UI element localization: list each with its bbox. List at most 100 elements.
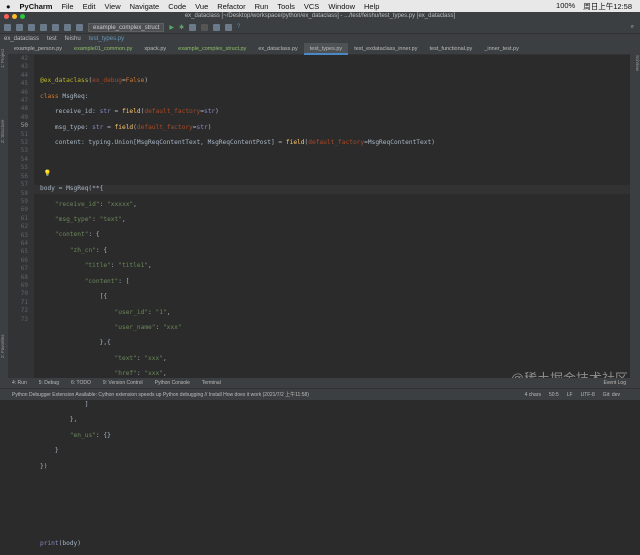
code-line: [{ (40, 293, 108, 301)
code-line: content: typing.Union[MsgReqContentText,… (40, 139, 435, 147)
line-number-gutter: 42 43 44 45 46 47 48 49 50 51 52 53 54 55 56 57 58 59 60 61… (8, 55, 34, 378)
git-branch[interactable]: Git: dev (603, 392, 620, 398)
run-tool-button[interactable]: 4: Run (12, 380, 27, 386)
apple-icon[interactable]: ● (6, 2, 11, 11)
line-number: 51 (20, 130, 28, 138)
stop-icon[interactable] (201, 23, 209, 31)
line-number: 43 (20, 63, 28, 71)
tab-xpack[interactable]: xpack.py (138, 43, 172, 55)
help-icon[interactable]: ? (237, 24, 240, 30)
menu-vue[interactable]: Vue (195, 2, 208, 11)
breadcrumb-item[interactable]: ex_dataclass (4, 36, 39, 42)
status-message[interactable]: Python Debugger Extension Available: Cyt… (12, 391, 309, 398)
toolbar: example_complex_struct ▶ ✱ ? ⌕ (0, 21, 640, 33)
vcs-update-icon[interactable] (213, 23, 221, 31)
favorites-tool-button[interactable]: 1: Project (0, 49, 5, 68)
menu-bar: ● PyCharm File Edit View Navigate Code V… (0, 0, 640, 12)
code-line: ] (40, 400, 89, 408)
coverage-icon[interactable] (189, 23, 197, 31)
zoom-window-button[interactable] (20, 14, 25, 19)
tab-test-functional[interactable]: test_functional.py (423, 43, 478, 55)
right-tool-strip: SciView (630, 43, 640, 378)
code-line: } (40, 447, 59, 455)
line-number: 59 (20, 197, 28, 205)
line-number: 45 (20, 80, 28, 88)
line-number: 70 (20, 290, 28, 298)
menu-edit[interactable]: Edit (83, 2, 96, 11)
menu-refactor[interactable]: Refactor (217, 2, 245, 11)
project-tool-button[interactable]: 2: Favorites (0, 334, 5, 358)
tab-example01-common[interactable]: example01_common.py (68, 43, 138, 55)
code-line: "receive_id": "xxxxx", (54, 200, 137, 208)
breadcrumb-item[interactable]: test (47, 36, 57, 42)
line-number: 71 (20, 298, 28, 306)
find-icon[interactable] (76, 23, 83, 31)
code-line: "zh_cn": { (69, 246, 108, 254)
menu-code[interactable]: Code (168, 2, 186, 11)
line-separator[interactable]: LF (567, 392, 573, 398)
editor-tabs: example_person.py example01_common.py xp… (8, 42, 630, 55)
paste-icon[interactable] (64, 23, 71, 31)
line-number: 52 (20, 139, 28, 147)
clock[interactable]: 周日上午12:58 (583, 1, 632, 12)
line-number: 62 (20, 223, 28, 231)
run-config-select[interactable]: example_complex_struct (88, 22, 165, 32)
breadcrumb-item[interactable]: feishu (65, 36, 81, 42)
sync-icon[interactable] (28, 23, 35, 31)
menu-run[interactable]: Run (255, 2, 269, 11)
sciview-tool-button[interactable]: SciView (635, 55, 640, 71)
line-number: 48 (20, 105, 28, 113)
copy-icon[interactable] (52, 23, 59, 31)
cut-icon[interactable] (40, 23, 47, 31)
tab-ex-dataclass[interactable]: ex_dataclass.py (252, 43, 303, 55)
breadcrumb-item[interactable]: test_types.py (89, 36, 124, 42)
menu-file[interactable]: File (61, 2, 73, 11)
line-number: 54 (20, 155, 28, 163)
vcs-commit-icon[interactable] (225, 23, 233, 31)
event-log-button[interactable]: Event Log (603, 380, 626, 386)
code-line: "en_us": {} (69, 431, 111, 439)
code-line: }, (40, 416, 78, 424)
line-number: 60 (20, 206, 28, 214)
menu-window[interactable]: Window (328, 2, 355, 11)
minimize-window-button[interactable] (12, 14, 17, 19)
tab-example-complex-struct[interactable]: example_complex_struct.py (172, 43, 252, 55)
todo-tool-button[interactable]: 6: TODO (71, 380, 91, 386)
code-line: "text": "xxx", (114, 354, 167, 362)
line-number: 73 (20, 315, 28, 323)
code-line: "content": [ (84, 277, 130, 285)
menu-tools[interactable]: Tools (277, 2, 295, 11)
code-line: "msg_type": "text", (54, 216, 126, 224)
menu-navigate[interactable]: Navigate (130, 2, 160, 11)
line-number: 42 (20, 55, 28, 62)
app-name[interactable]: PyCharm (20, 2, 53, 11)
tab-example-person[interactable]: example_person.py (8, 43, 68, 55)
structure-tool-button[interactable]: Z: Structure (0, 120, 5, 144)
file-encoding[interactable]: UTF-8 (581, 392, 595, 398)
line-number: 61 (20, 214, 28, 222)
debug-tool-button[interactable]: 5: Debug (39, 380, 59, 386)
code-editor[interactable]: @ex_dataclass(ex_debug=False) class MsgR… (34, 55, 630, 547)
window-title: ex_dataclass [~/Desktop/workspace/python… (184, 13, 456, 19)
search-icon[interactable]: ⌕ (631, 24, 634, 31)
menu-vcs[interactable]: VCS (304, 2, 319, 11)
line-number: 64 (20, 239, 28, 247)
menu-help[interactable]: Help (364, 2, 379, 11)
tab-inner-test[interactable]: _inner_test.py (478, 43, 525, 55)
close-window-button[interactable] (4, 14, 9, 19)
terminal-tool-button[interactable]: Terminal (202, 380, 221, 386)
open-icon[interactable] (4, 23, 11, 31)
menu-view[interactable]: View (105, 2, 121, 11)
debug-icon[interactable]: ✱ (179, 24, 184, 31)
version-control-tool-button[interactable]: 9: Version Control (103, 380, 143, 386)
save-icon[interactable] (16, 23, 23, 31)
tab-test-types[interactable]: test_types.py (303, 42, 349, 55)
cursor-position[interactable]: 50:5 (549, 392, 559, 398)
battery-status[interactable]: 100% (556, 1, 575, 12)
tab-test-exdataclass-inner[interactable]: test_exdataclass_inner.py (348, 43, 423, 55)
python-console-tool-button[interactable]: Python Console (155, 380, 190, 386)
window-title-bar: ex_dataclass [~/Desktop/workspace/python… (0, 12, 640, 21)
run-icon[interactable]: ▶ (169, 24, 174, 31)
